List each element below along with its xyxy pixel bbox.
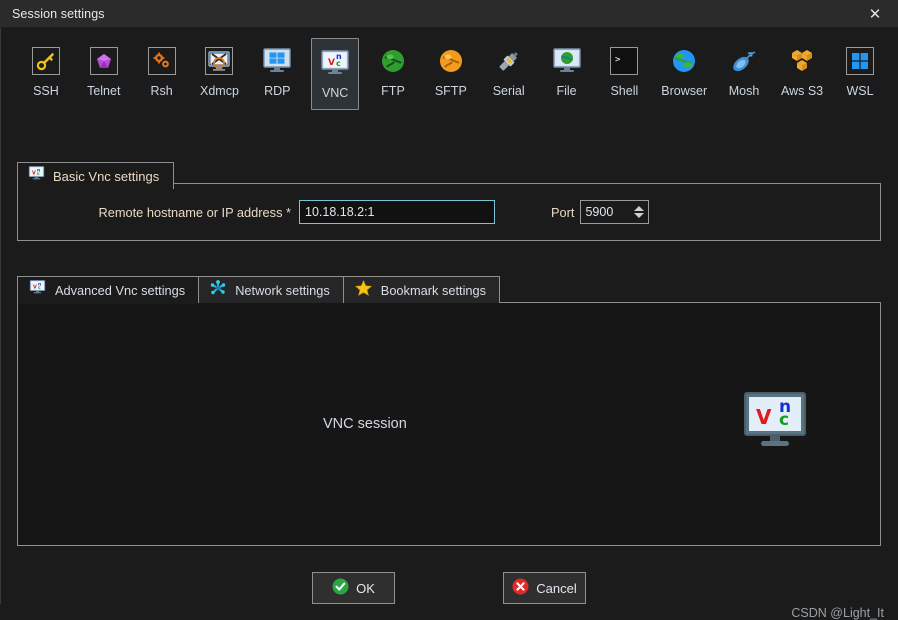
protocol-file[interactable]: File: [543, 38, 591, 104]
vnc-monitor-icon: V n c: [28, 166, 45, 186]
protocol-shell[interactable]: > Shell: [600, 38, 648, 104]
remote-host-label: Remote hostname or IP address *: [98, 204, 291, 220]
svg-text:V: V: [328, 58, 335, 68]
protocol-vnc[interactable]: V n c VNC: [311, 38, 360, 110]
chevron-up-icon[interactable]: [634, 206, 645, 211]
aws-cubes-icon: [786, 45, 818, 77]
settings-tabstrip: V n c Advanced Vnc settings Network sett…: [17, 276, 501, 304]
basic-settings-tab[interactable]: V n c Basic Vnc settings: [17, 162, 175, 190]
svg-text:V: V: [33, 284, 37, 290]
protocol-wsl[interactable]: WSL: [836, 38, 884, 104]
svg-text:c: c: [38, 286, 41, 291]
protocol-serial[interactable]: Serial: [485, 38, 533, 104]
satellite-icon: [728, 45, 760, 77]
watermark: CSDN @Light_It: [791, 606, 884, 620]
protocol-label: Browser: [661, 84, 708, 98]
windows-logo-icon: [844, 45, 876, 77]
protocol-rsh[interactable]: Rsh: [138, 38, 186, 104]
svg-text:c: c: [37, 172, 40, 177]
network-star-icon: [210, 279, 226, 301]
protocol-label: Aws S3: [780, 84, 824, 98]
protocol-sftp[interactable]: SFTP: [427, 38, 475, 104]
protocol-telnet[interactable]: Telnet: [80, 38, 128, 104]
protocol-aws-s3[interactable]: Aws S3: [778, 38, 826, 104]
protocol-label: RDP: [264, 84, 291, 98]
windows-monitor-icon: [261, 45, 293, 77]
x-monitor-icon: [203, 45, 235, 77]
tab-bookmark-settings[interactable]: Bookmark settings: [342, 276, 501, 303]
tab-label: Advanced Vnc settings: [55, 282, 186, 298]
chevron-down-icon[interactable]: [634, 213, 645, 218]
terminal-icon: >: [608, 45, 640, 77]
window-edge-line: [0, 28, 1, 604]
session-settings-dialog: SSH Telnet Rsh Xdmcp RDP V n c VNC FTP S…: [0, 28, 898, 620]
port-stepper[interactable]: [580, 200, 650, 224]
port-label: Port: [551, 204, 575, 220]
protocol-label: Telnet: [87, 84, 121, 98]
tab-advanced-vnc-settings[interactable]: V n c Advanced Vnc settings: [17, 276, 200, 304]
protocol-toolbar: SSH Telnet Rsh Xdmcp RDP V n c VNC FTP S…: [0, 28, 898, 136]
protocol-browser[interactable]: Browser: [658, 38, 710, 104]
orange-globe-icon: [435, 45, 467, 77]
blue-globe-icon: [668, 45, 700, 77]
file-monitor-icon: [551, 45, 583, 77]
star-icon: [354, 279, 372, 301]
serial-plug-icon: [493, 45, 525, 77]
x-circle-icon: [512, 578, 529, 598]
tab-network-settings[interactable]: Network settings: [198, 276, 344, 303]
protocol-label: Rsh: [150, 84, 173, 98]
protocol-xdmcp[interactable]: Xdmcp: [196, 38, 244, 104]
ok-button[interactable]: OK: [312, 572, 395, 604]
vnc-monitor-icon: V n c: [319, 47, 351, 79]
protocol-label: SSH: [33, 84, 59, 98]
tab-label: Bookmark settings: [380, 282, 487, 298]
port-input[interactable]: [581, 201, 630, 223]
protocol-label: Shell: [610, 84, 639, 98]
protocol-label: File: [556, 84, 577, 98]
protocol-ssh[interactable]: SSH: [22, 38, 70, 104]
cancel-button-label: Cancel: [536, 580, 577, 596]
protocol-label: Serial: [492, 84, 525, 98]
protocol-label: WSL: [846, 84, 874, 98]
svg-text:c: c: [779, 410, 789, 430]
cancel-button[interactable]: Cancel: [503, 572, 586, 604]
svg-text:V: V: [32, 170, 36, 176]
protocol-label: FTP: [381, 84, 405, 98]
svg-text:V: V: [756, 405, 772, 429]
protocol-ftp[interactable]: FTP: [369, 38, 417, 104]
protocol-label: SFTP: [434, 84, 467, 98]
advanced-vnc-settings-panel: VNC session V n c: [17, 302, 881, 546]
port-spinner-buttons[interactable]: [634, 201, 645, 223]
protocol-rdp[interactable]: RDP: [253, 38, 301, 104]
vnc-monitor-icon: V n c: [29, 280, 46, 300]
close-icon[interactable]: ✕: [852, 0, 898, 28]
gears-icon: [146, 45, 178, 77]
remote-host-input[interactable]: [299, 200, 495, 224]
tab-label: Network settings: [235, 282, 330, 298]
protocol-mosh[interactable]: Mosh: [720, 38, 768, 104]
svg-text:c: c: [336, 59, 341, 68]
green-globe-icon: [377, 45, 409, 77]
check-circle-icon: [332, 578, 349, 598]
basic-settings-tab-label: Basic Vnc settings: [53, 168, 160, 184]
titlebar: Session settings ✕: [0, 0, 898, 28]
gem-icon: [88, 45, 120, 77]
key-icon: [30, 45, 62, 77]
dialog-buttons: OK Cancel: [0, 572, 898, 604]
svg-text:>: >: [615, 55, 621, 65]
ok-button-label: OK: [356, 580, 375, 596]
protocol-label: Mosh: [728, 84, 760, 98]
session-caption: VNC session: [323, 416, 407, 432]
protocol-label: Xdmcp: [200, 84, 239, 98]
basic-settings-fields: Remote hostname or IP address * Port: [17, 183, 881, 241]
window-title: Session settings: [12, 6, 105, 21]
protocol-label: VNC: [321, 86, 349, 100]
vnc-monitor-logo: V n c: [743, 391, 807, 454]
